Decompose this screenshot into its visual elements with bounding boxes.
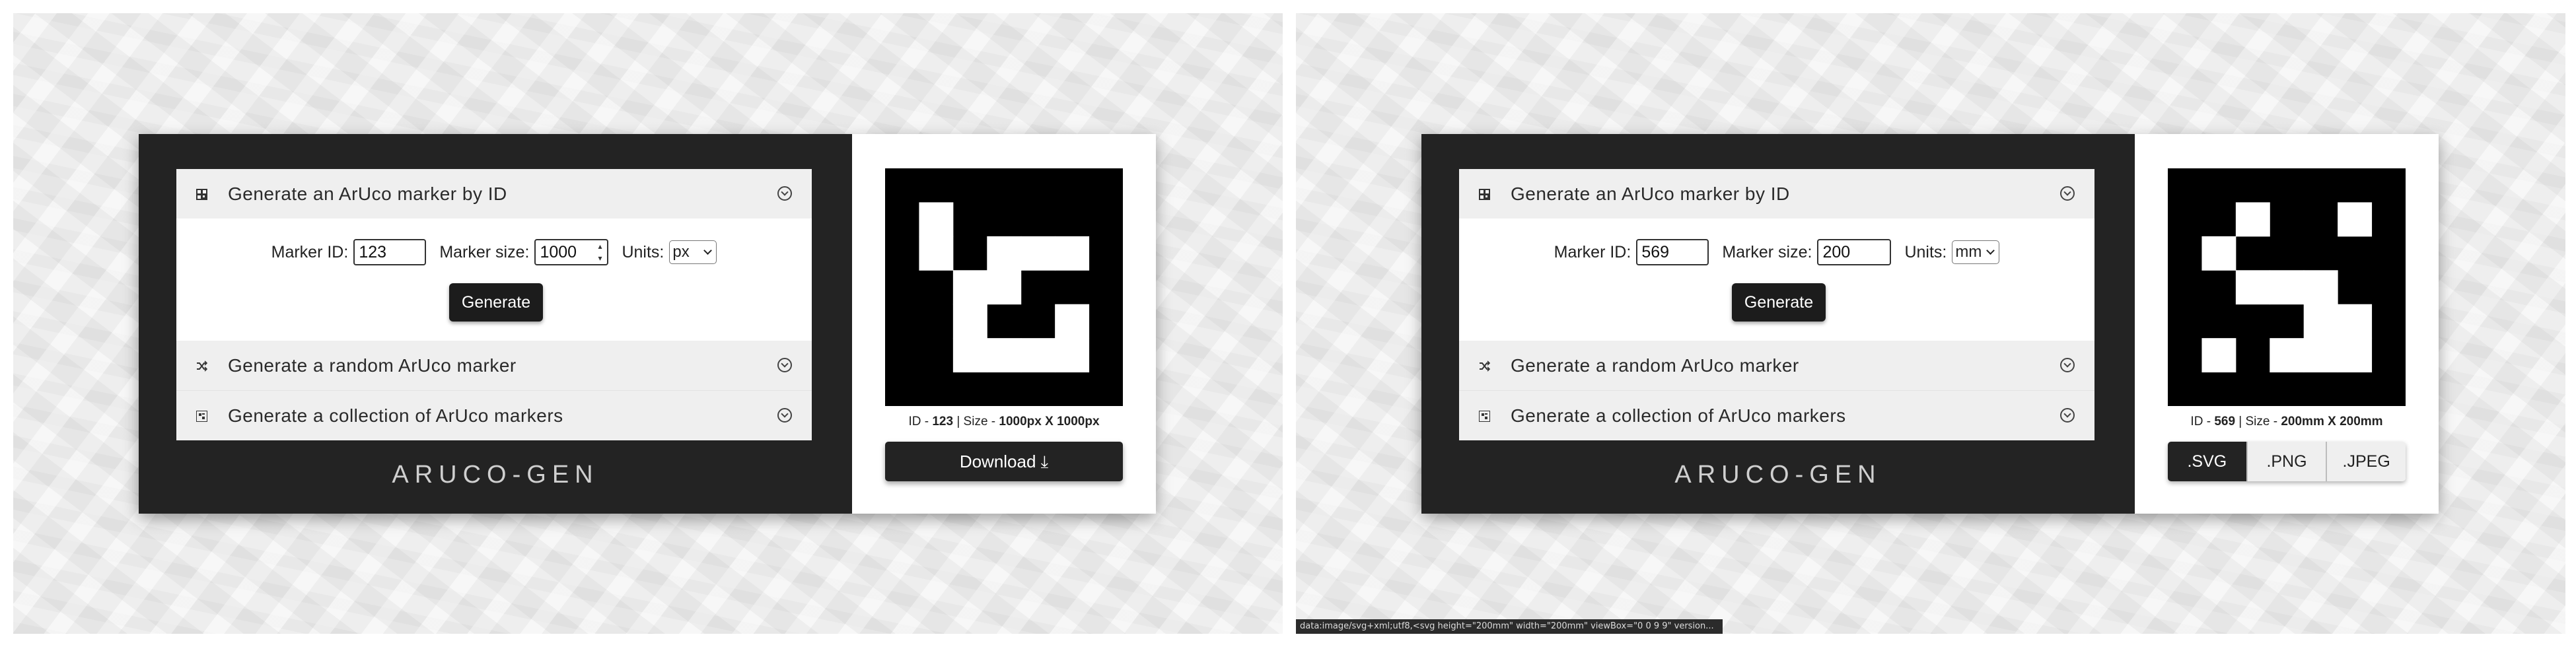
generate-button[interactable]: Generate <box>1732 283 1826 322</box>
screenshot-right: Generate an ArUco marker by ID Marker ID… <box>1296 13 2565 634</box>
section-by-id-header[interactable]: Generate an ArUco marker by ID <box>1459 169 2094 219</box>
info-size-value: 1000px X 1000px <box>999 415 1100 428</box>
marker-svg <box>2168 168 2406 406</box>
format-button-group: .SVG .PNG .JPEG <box>2168 442 2406 481</box>
marker-info: ID - 569 | Size - 200mm X 200mm <box>2135 415 2439 429</box>
shuffle-icon <box>197 360 207 372</box>
section-random-header[interactable]: Generate a random ArUco marker <box>1459 341 2094 390</box>
section-collection-title: Generate a collection of ArUco markers <box>228 405 563 426</box>
marker-cell <box>1055 236 1090 271</box>
section-by-id-title: Generate an ArUco marker by ID <box>228 184 507 204</box>
info-id-value: 569 <box>2214 415 2236 428</box>
marker-size-input[interactable]: 200 <box>1817 239 1892 265</box>
link-status-bar: data:image/svg+xml;utf8,<svg height="200… <box>1296 619 1723 634</box>
section-collection-title: Generate a collection of ArUco markers <box>1511 405 1846 426</box>
marker-size-label: Marker size: <box>1722 242 1812 261</box>
aruco-gen-logo: ARUCO-GEN <box>392 461 599 489</box>
units-select[interactable]: mm <box>1952 240 2000 264</box>
qr-code-icon <box>1479 189 1490 200</box>
marker-id-label: Marker ID: <box>271 242 349 261</box>
section-random-title: Generate a random ArUco marker <box>228 355 517 376</box>
section-collection-header[interactable]: Generate a collection of ArUco markers <box>1459 390 2094 440</box>
marker-cell <box>2338 338 2373 373</box>
marker-cell <box>2201 338 2236 373</box>
marker-cell <box>919 202 954 237</box>
section-by-id-header[interactable]: Generate an ArUco marker by ID <box>176 169 812 219</box>
jpeg-format-button[interactable]: .JPEG <box>2326 442 2406 481</box>
png-format-button[interactable]: .PNG <box>2246 442 2326 481</box>
qr-code-icon <box>196 189 207 200</box>
aruco-marker-image <box>2168 168 2406 406</box>
chevron-circle-icon[interactable] <box>2060 358 2075 372</box>
marker-cell <box>1055 338 1090 373</box>
marker-cell <box>919 236 954 271</box>
marker-cell <box>2201 236 2236 271</box>
download-button[interactable]: Download ⤓ <box>885 442 1123 481</box>
marker-cell <box>987 236 1022 271</box>
section-by-id-body: Marker ID: 123 Marker size: 1000 Units: … <box>176 219 812 341</box>
units-label: Units: <box>1904 242 1947 261</box>
shuffle-icon <box>1480 360 1490 372</box>
aruco-card: Generate an ArUco marker by ID Marker ID… <box>139 134 1156 514</box>
marker-cell <box>987 270 1022 305</box>
marker-cell <box>952 270 987 305</box>
marker-preview-panel: ID - 569 | Size - 200mm X 200mm .SVG .PN… <box>2135 134 2439 514</box>
marker-size-value: 1000 <box>540 243 577 261</box>
accordion: Generate an ArUco marker by ID Marker ID… <box>176 169 812 440</box>
marker-cell <box>1020 236 1055 271</box>
screenshot-left: Generate an ArUco marker by ID Marker ID… <box>13 13 1283 634</box>
marker-cell <box>2270 338 2305 373</box>
chevron-circle-icon[interactable] <box>2060 186 2075 201</box>
aruco-card: Generate an ArUco marker by ID Marker ID… <box>1421 134 2439 514</box>
marker-id-input[interactable]: 569 <box>1636 239 1709 265</box>
info-id-prefix: ID - <box>908 415 933 428</box>
chevron-circle-icon[interactable] <box>777 186 792 201</box>
grid-collection-icon <box>1479 411 1490 422</box>
section-by-id-body: Marker ID: 569 Marker size: 200 Units: m… <box>1459 219 2094 341</box>
info-size-sep: | Size - <box>2235 415 2281 428</box>
marker-svg <box>885 168 1123 406</box>
marker-size-input[interactable]: 1000 <box>534 239 609 265</box>
marker-cell <box>952 304 987 339</box>
marker-cell <box>952 338 987 373</box>
aruco-gen-logo: ARUCO-GEN <box>1674 461 1882 489</box>
section-by-id-title: Generate an ArUco marker by ID <box>1511 184 1790 204</box>
section-random-header[interactable]: Generate a random ArUco marker <box>176 341 812 390</box>
marker-cell <box>2235 270 2270 305</box>
aruco-marker-image <box>885 168 1123 406</box>
marker-cell <box>1055 304 1090 339</box>
chevron-circle-icon[interactable] <box>777 358 792 372</box>
info-size-sep: | Size - <box>953 415 999 428</box>
chevron-circle-icon[interactable] <box>2060 408 2075 423</box>
units-select[interactable]: px <box>669 240 717 264</box>
chevron-circle-icon[interactable] <box>777 408 792 423</box>
marker-cell <box>2338 202 2373 237</box>
marker-size-label: Marker size: <box>439 242 530 261</box>
marker-cell <box>2338 304 2373 339</box>
info-id-value: 123 <box>932 415 954 428</box>
info-size-value: 200mm X 200mm <box>2281 415 2383 428</box>
marker-cell <box>987 338 1022 373</box>
marker-info: ID - 123 | Size - 1000px X 1000px <box>852 415 1156 429</box>
units-label: Units: <box>622 242 664 261</box>
marker-cell <box>2303 270 2338 305</box>
marker-cell <box>2270 270 2305 305</box>
svg-format-button[interactable]: .SVG <box>2168 442 2246 481</box>
marker-cell <box>2303 338 2338 373</box>
section-collection-header[interactable]: Generate a collection of ArUco markers <box>176 390 812 440</box>
info-id-prefix: ID - <box>2190 415 2215 428</box>
marker-id-input[interactable]: 123 <box>353 239 427 265</box>
marker-form: Marker ID: 569 Marker size: 200 Units: m… <box>1459 237 2094 267</box>
marker-cell <box>1020 338 1055 373</box>
marker-cell <box>2303 304 2338 339</box>
marker-cell <box>2235 202 2270 237</box>
marker-preview-panel: ID - 123 | Size - 1000px X 1000px Downlo… <box>852 134 1156 514</box>
marker-form: Marker ID: 123 Marker size: 1000 Units: … <box>176 237 812 267</box>
accordion: Generate an ArUco marker by ID Marker ID… <box>1459 169 2094 440</box>
section-random-title: Generate a random ArUco marker <box>1511 355 1799 376</box>
marker-id-label: Marker ID: <box>1554 242 1631 261</box>
grid-collection-icon <box>196 411 207 422</box>
generate-button[interactable]: Generate <box>449 283 543 322</box>
